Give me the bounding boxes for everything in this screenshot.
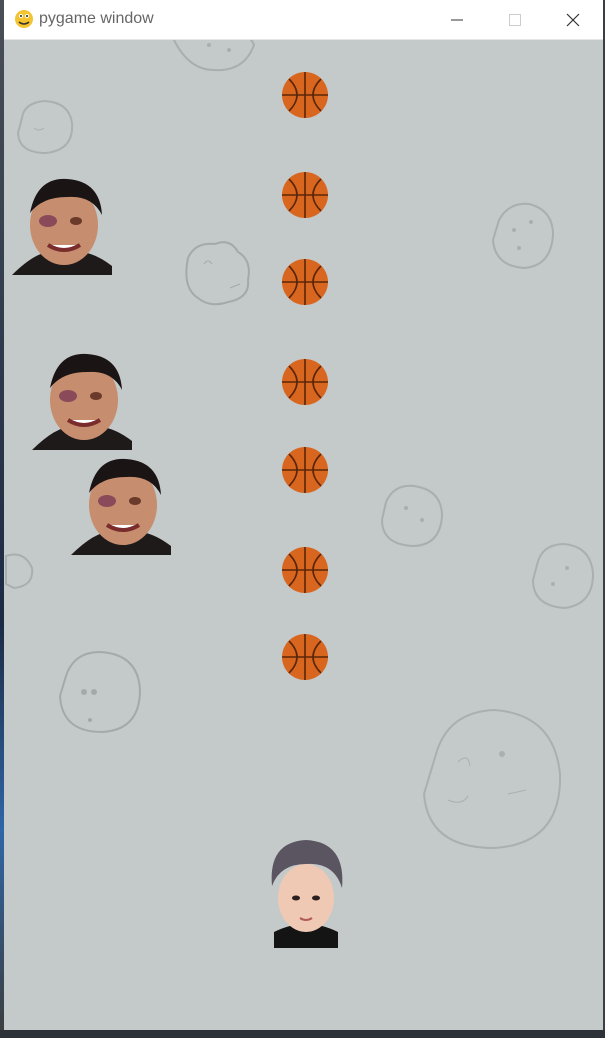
asteroid-sprite [380, 484, 444, 548]
basketball-sprite [282, 359, 328, 405]
minimize-icon [451, 19, 463, 21]
minimize-button[interactable] [429, 0, 487, 39]
game-canvas[interactable] [4, 40, 603, 1030]
basketball-sprite [282, 72, 328, 118]
asteroid-sprite [16, 99, 74, 155]
basketball-sprite [282, 447, 328, 493]
asteroid-sprite [491, 202, 555, 270]
basketball-sprite [282, 172, 328, 218]
asteroid-sprite [422, 708, 562, 850]
asteroid-sprite [5, 553, 34, 590]
desktop-taskbar-edge [0, 1030, 605, 1038]
enemy-face-sprite [71, 458, 171, 555]
pygame-snake-icon [15, 10, 33, 28]
close-icon [566, 13, 580, 27]
window-title: pygame window [39, 10, 154, 27]
asteroid-sprite [172, 40, 256, 72]
basketball-sprite [282, 259, 328, 305]
window-titlebar[interactable]: pygame window [4, 0, 603, 40]
asteroid-sprite [58, 650, 142, 734]
close-button[interactable] [545, 0, 603, 39]
maximize-icon [509, 14, 521, 26]
basketball-sprite [282, 634, 328, 680]
enemy-face-sprite [32, 353, 132, 450]
asteroid-sprite [531, 542, 595, 610]
asteroid-sprite [185, 241, 250, 306]
enemy-face-sprite [12, 178, 112, 275]
maximize-button[interactable] [487, 0, 545, 39]
player-face-sprite[interactable] [262, 836, 350, 948]
basketball-sprite [282, 547, 328, 593]
